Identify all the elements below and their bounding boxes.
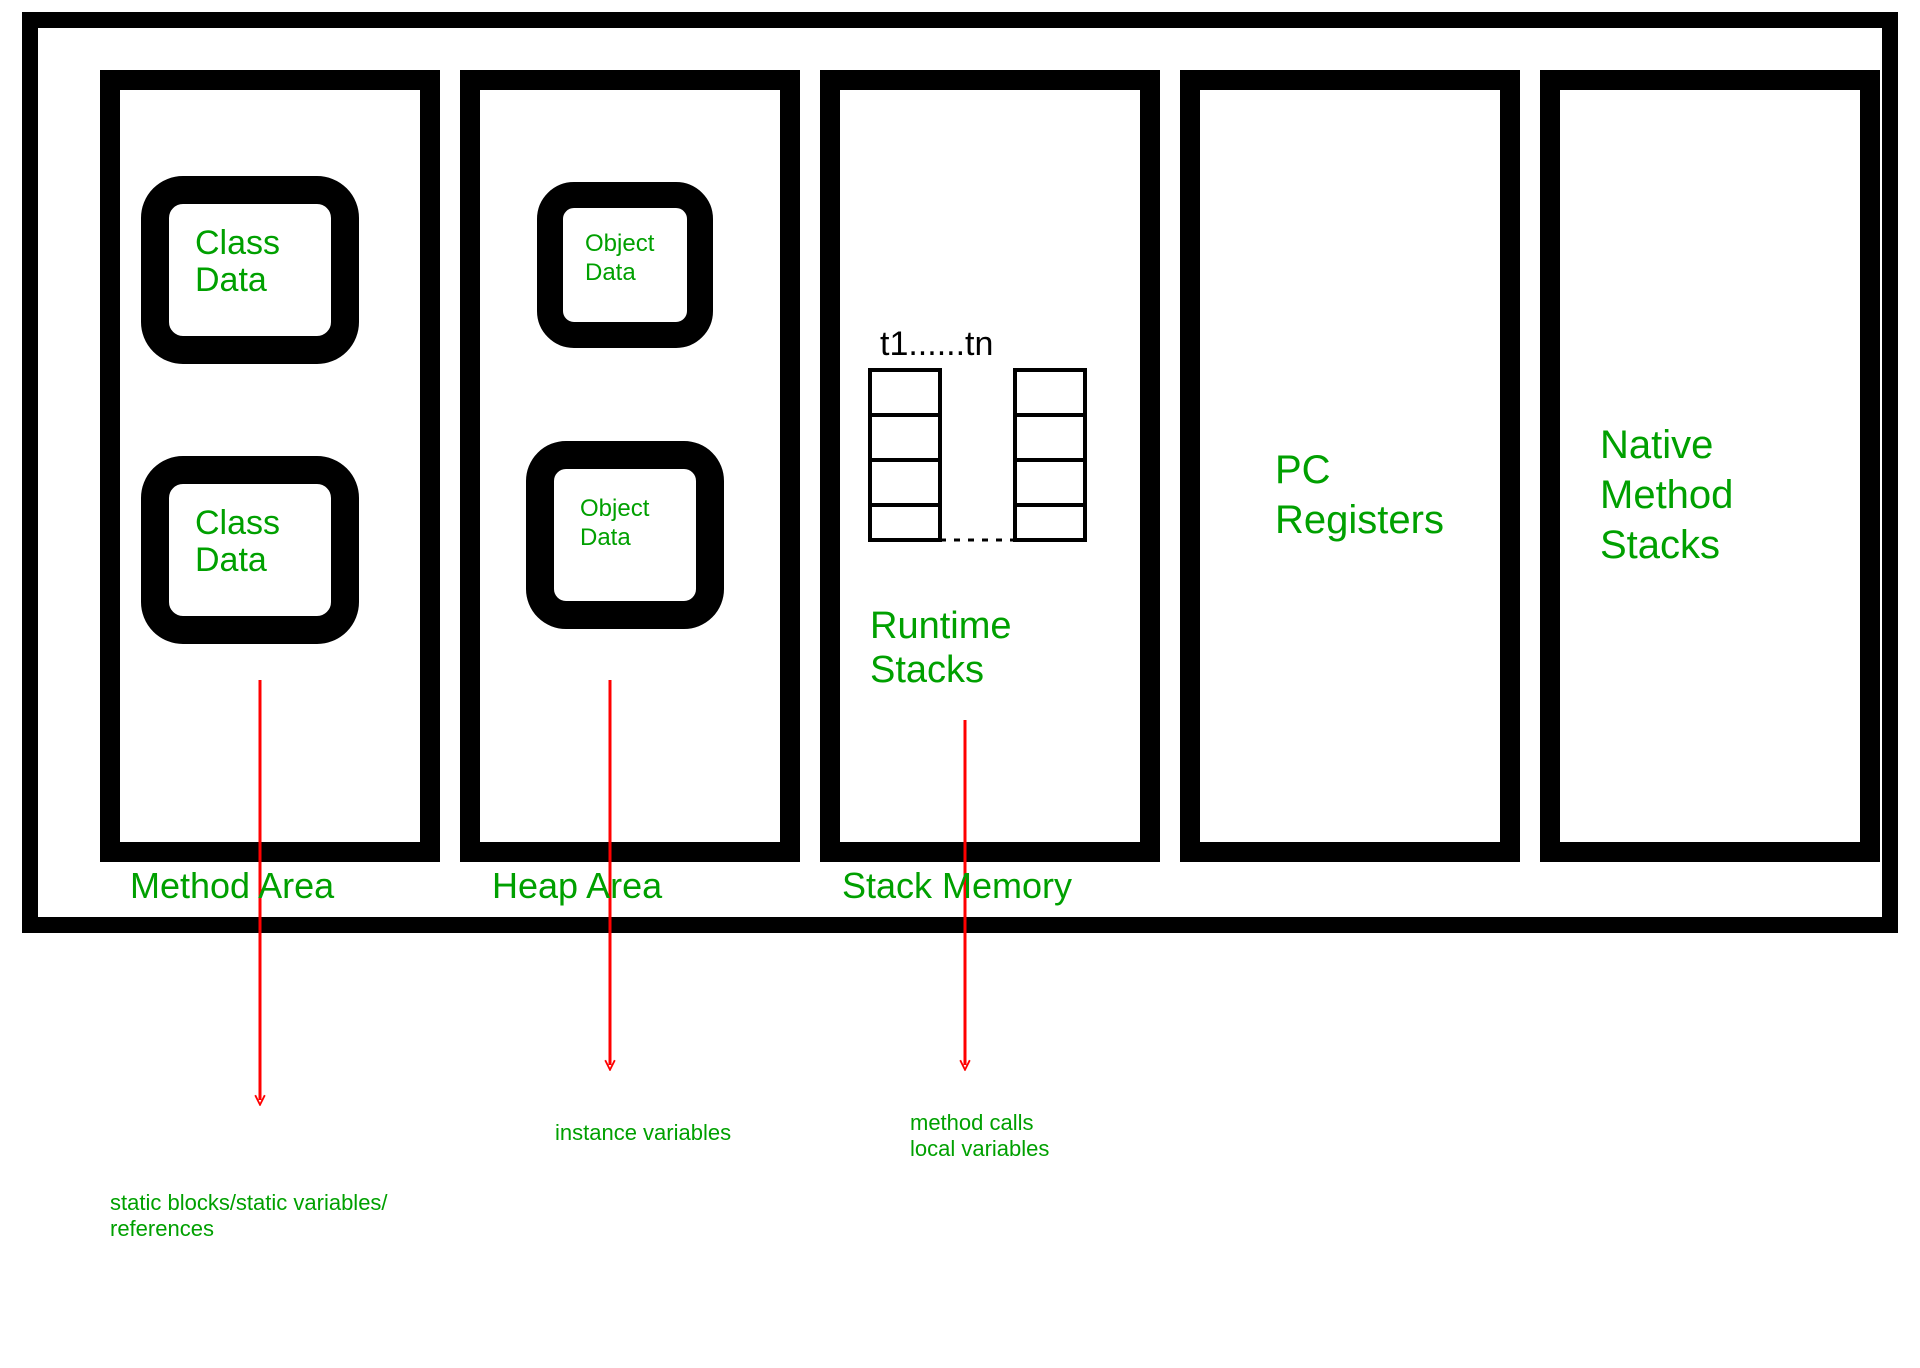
- column-stack-memory: [830, 80, 1150, 852]
- pc-registers-label: PC Registers: [1275, 445, 1444, 545]
- thread-stack-t1: [870, 370, 940, 540]
- native-method-stacks-label: Native Method Stacks: [1600, 420, 1733, 570]
- annotation-method-area: static blocks/static variables/ referenc…: [110, 1190, 388, 1243]
- method-area-footer: Method Area: [130, 865, 334, 907]
- threads-label: t1......tn: [880, 325, 993, 364]
- heap-area-footer: Heap Area: [492, 865, 662, 907]
- object-data-label-1: Object Data: [585, 230, 654, 288]
- object-data-label-2: Object Data: [580, 495, 649, 553]
- class-data-label-2: Class Data: [195, 505, 280, 580]
- diagram-canvas: Class Data Class Data Object Data Object…: [0, 0, 1920, 1368]
- annotation-stack-memory: method calls local variables: [910, 1110, 1049, 1163]
- class-data-label-1: Class Data: [195, 225, 280, 300]
- runtime-stacks-label: Runtime Stacks: [870, 605, 1012, 692]
- annotation-heap-area: instance variables: [555, 1120, 731, 1146]
- stack-memory-footer: Stack Memory: [842, 865, 1072, 907]
- thread-stack-tn: [1015, 370, 1085, 540]
